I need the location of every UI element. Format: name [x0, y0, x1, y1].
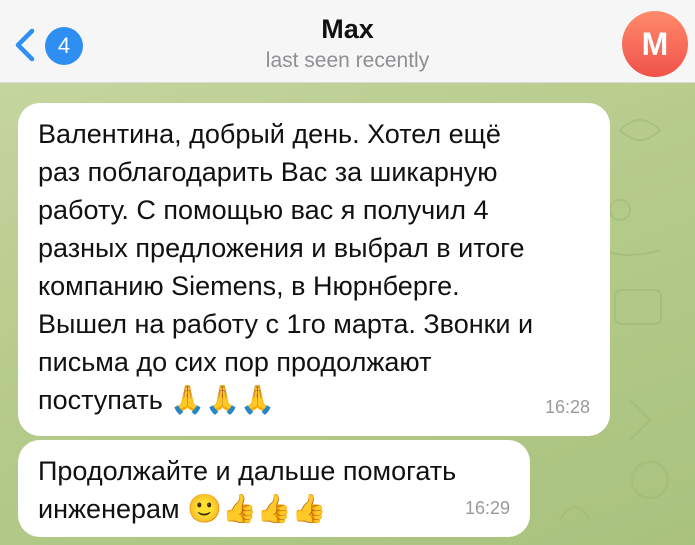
message-time: 16:29 [464, 498, 510, 518]
contact-name[interactable]: Max [0, 14, 695, 45]
contact-avatar[interactable]: M [622, 11, 688, 77]
message-bubble[interactable]: Продолжайте и дальше помогать инженерам … [18, 440, 530, 537]
message-text-body: Валентина, добрый день. Хотел ещё раз по… [38, 119, 534, 415]
message-text: Продолжайте и дальше помогать инженерам … [38, 452, 518, 528]
message-text: Валентина, добрый день. Хотел ещё раз по… [38, 115, 598, 419]
message-bubble[interactable]: Валентина, добрый день. Хотел ещё раз по… [18, 103, 610, 436]
message-emoji: 🙏🙏🙏 [170, 383, 275, 416]
message-emoji: 🙂👍👍👍 [187, 492, 327, 525]
chat-header: 4 Max last seen recently M [0, 0, 695, 83]
contact-status: last seen recently [265, 49, 430, 72]
message-time: 16:28 [544, 397, 590, 417]
